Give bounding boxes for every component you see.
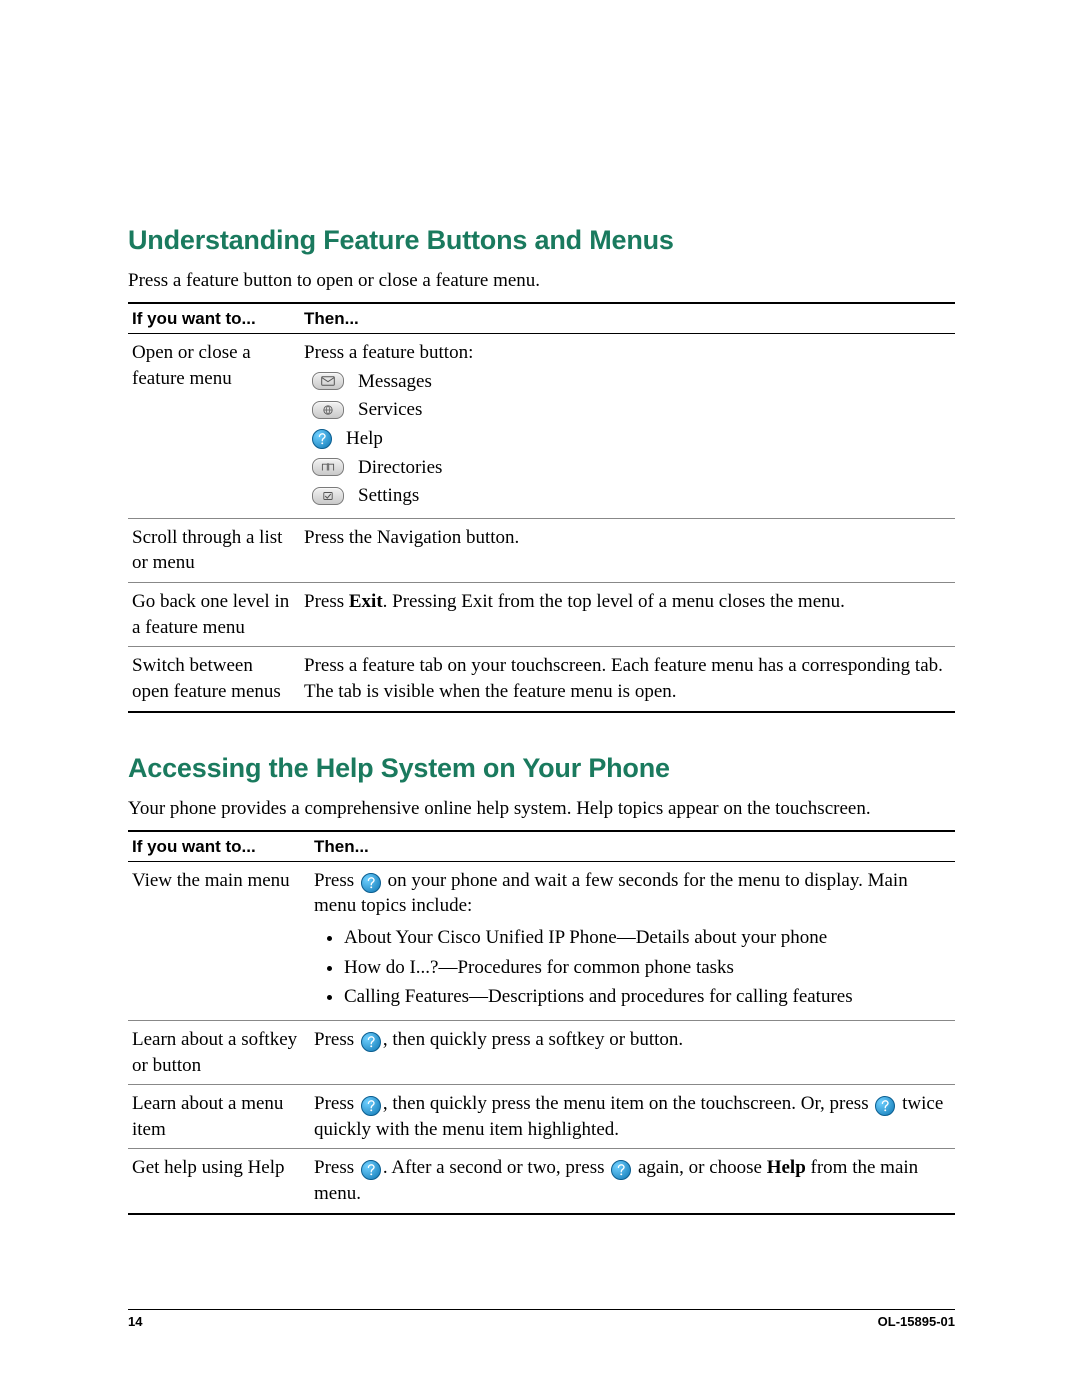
help-icon [361,1160,381,1180]
table-row: Learn about a softkey or button Press , … [128,1020,955,1084]
help-icon [361,1096,381,1116]
want-cell: Switch between open feature menus [128,647,300,712]
want-cell: Get help using Help [128,1149,310,1214]
table-row: Scroll through a list or menu Press the … [128,518,955,582]
feature-btn-label: Messages [358,369,432,395]
then-post: . Pressing Exit from the top level of a … [383,591,845,612]
then-cell: Press a feature button: Messages Service… [300,334,955,519]
section-heading: Accessing the Help System on Your Phone [128,753,955,784]
then-pre: Press [314,1029,359,1050]
help-system-table: If you want to... Then... View the main … [128,830,955,1215]
then-cell: Press Exit. Pressing Exit from the top l… [300,583,955,647]
feature-btn-label: Help [346,426,383,452]
then-mid: . After a second or two, press [383,1157,609,1178]
then-pre: Press [314,1093,359,1114]
help-icon [611,1160,631,1180]
then-cell: Press the Navigation button. [300,518,955,582]
col-header-want: If you want to... [128,831,310,862]
settings-icon [312,487,344,505]
feature-btn-messages: Messages [312,369,949,395]
then-cell: Press on your phone and wait a few secon… [310,861,955,1020]
then-mid: , then quickly press the menu item on th… [383,1093,873,1114]
then-pre: Press [304,591,349,612]
want-cell: Go back one level in a feature menu [128,583,300,647]
help-icon [361,1032,381,1052]
feature-btn-services: Services [312,397,949,423]
help-icon [361,873,381,893]
page-number: 14 [128,1314,142,1329]
list-item: About Your Cisco Unified IP Phone—Detail… [344,925,949,951]
then-lead: Press a feature button: [304,340,949,366]
want-cell: Learn about a menu item [128,1085,310,1149]
section-intro: Press a feature button to open or close … [128,270,955,292]
col-header-then: Then... [310,831,955,862]
then-post1: again, or choose [633,1157,766,1178]
help-icon [875,1096,895,1116]
feature-btn-directories: Directories [312,455,949,481]
table-row: Go back one level in a feature menu Pres… [128,583,955,647]
table-row: View the main menu Press on your phone a… [128,861,955,1020]
services-icon [312,401,344,419]
table-row: Open or close a feature menu Press a fea… [128,334,955,519]
then-cell: Press a feature tab on your touchscreen.… [300,647,955,712]
want-cell: View the main menu [128,861,310,1020]
want-cell: Scroll through a list or menu [128,518,300,582]
then-cell: Press , then quickly press a softkey or … [310,1020,955,1084]
section-intro: Your phone provides a comprehensive onli… [128,798,955,820]
messages-icon [312,372,344,390]
feature-btn-help: Help [312,426,949,452]
feature-btn-settings: Settings [312,483,949,509]
section-heading: Understanding Feature Buttons and Menus [128,225,955,256]
table-row: Get help using Help Press . After a seco… [128,1149,955,1214]
feature-buttons-table: If you want to... Then... Open or close … [128,302,955,713]
want-cell: Learn about a softkey or button [128,1020,310,1084]
then-bold: Exit [349,591,383,612]
want-cell: Open or close a feature menu [128,334,300,519]
directories-icon [312,458,344,476]
table-row: Switch between open feature menus Press … [128,647,955,712]
col-header-want: If you want to... [128,303,300,334]
then-post: on your phone and wait a few seconds for… [314,870,908,917]
then-cell: Press , then quickly press the menu item… [310,1085,955,1149]
help-icon [312,429,332,449]
list-item: Calling Features—Descriptions and proced… [344,984,949,1010]
doc-id: OL-15895-01 [878,1314,955,1329]
feature-btn-label: Settings [358,483,419,509]
feature-btn-label: Directories [358,455,442,481]
then-post: , then quickly press a softkey or button… [383,1029,683,1050]
then-bold: Help [767,1157,806,1178]
then-pre: Press [314,1157,359,1178]
col-header-then: Then... [300,303,955,334]
help-topics-list: About Your Cisco Unified IP Phone—Detail… [314,925,949,1010]
list-item: How do I...?—Procedures for common phone… [344,955,949,981]
then-cell: Press . After a second or two, press aga… [310,1149,955,1214]
page-footer: 14 OL-15895-01 [128,1309,955,1329]
then-pre: Press [314,870,359,891]
table-row: Learn about a menu item Press , then qui… [128,1085,955,1149]
feature-btn-label: Services [358,397,422,423]
